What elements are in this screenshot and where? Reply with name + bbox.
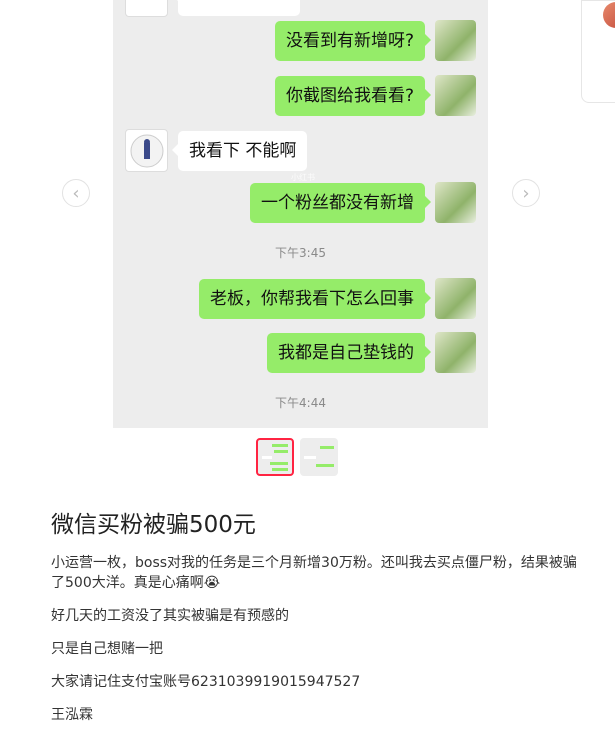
post-paragraph: 大家请记住支付宝账号6231039919015947527	[51, 674, 361, 690]
timestamp: 下午4:44	[275, 396, 326, 410]
my-avatar	[435, 20, 476, 61]
message-row: 我看下 不能啊	[125, 129, 308, 172]
contact-avatar	[125, 129, 168, 172]
message-row: 没看到有新增呀?	[274, 20, 476, 61]
chevron-left-icon: ‹	[72, 182, 80, 204]
my-avatar	[435, 278, 476, 319]
message-bubble-partial	[172, 0, 300, 16]
post-title: 微信买粉被骗500元	[51, 512, 256, 538]
message-bubble: 我都是自己垫钱的	[267, 332, 431, 373]
message-row: 你截图给我看看?	[274, 75, 476, 116]
message-row: 老板，你帮我看下怎么回事	[199, 278, 476, 319]
message-bubble: 没看到有新增呀?	[274, 20, 432, 61]
message-bubble: 一个粉丝都没有新增	[250, 182, 431, 223]
message-bubble: 我看下 不能啊	[171, 130, 308, 171]
carousel-prev-button[interactable]: ‹	[62, 179, 90, 207]
post-paragraph: 小运营一枚，boss对我的任务是三个月新增30万粉。还叫我去买点僵尸粉，结果被骗…	[51, 555, 577, 591]
thumbnail-2[interactable]	[300, 438, 338, 476]
my-avatar	[435, 182, 476, 223]
carousel-next-button[interactable]: ›	[512, 179, 540, 207]
thumbnail-strip	[256, 438, 338, 476]
my-avatar	[435, 332, 476, 373]
post-paragraph: 只是自己想赌一把	[51, 641, 163, 657]
post-paragraph: 好几天的工资没了其实被骗是有预感的	[51, 608, 289, 624]
image-carousel: 没看到有新增呀? 你截图给我看看? 我看下 不能啊 一个粉丝都没有新增 下午3:…	[0, 0, 580, 430]
watermark: 小红书	[291, 173, 315, 182]
message-row: 我都是自己垫钱的	[267, 332, 476, 373]
calligraphy-avatar-icon	[130, 134, 163, 167]
timestamp: 下午3:45	[275, 246, 326, 260]
chevron-right-icon: ›	[522, 182, 530, 204]
my-avatar	[435, 75, 476, 116]
post-content: 微信买粉被骗500元 小运营一枚，boss对我的任务是三个月新增30万粉。还叫我…	[51, 505, 581, 738]
contact-avatar	[125, 0, 168, 17]
chat-screenshot: 没看到有新增呀? 你截图给我看看? 我看下 不能啊 一个粉丝都没有新增 下午3:…	[113, 0, 488, 428]
post-paragraph: 王泓霖	[51, 707, 93, 723]
message-bubble: 老板，你帮我看下怎么回事	[199, 278, 431, 319]
message-bubble: 你截图给我看看?	[274, 75, 432, 116]
thumbnail-1[interactable]	[256, 438, 294, 476]
message-row	[125, 0, 300, 17]
message-row: 一个粉丝都没有新增	[250, 182, 476, 223]
